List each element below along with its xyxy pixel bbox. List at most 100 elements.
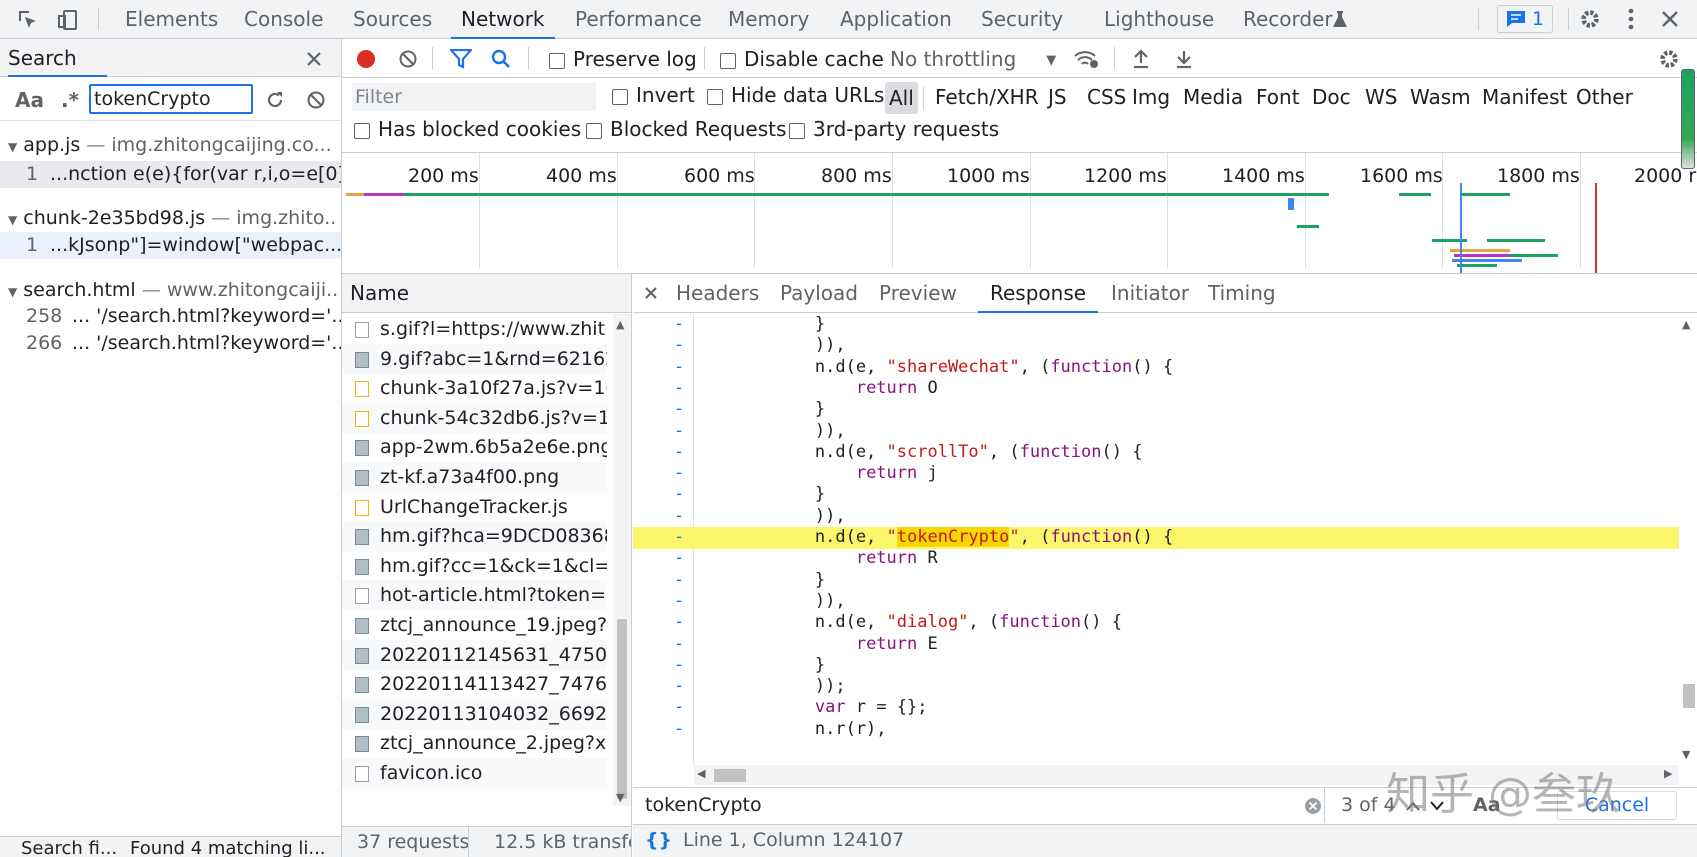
tab-initiator[interactable]: Initiator xyxy=(1111,274,1189,313)
script-file-icon xyxy=(355,381,369,398)
tab-preview[interactable]: Preview xyxy=(879,274,957,313)
inspect-element-icon[interactable] xyxy=(14,6,42,34)
clear-search-icon[interactable] xyxy=(303,87,329,113)
request-row[interactable]: 20220114113427_74764 xyxy=(342,669,607,700)
tab-performance[interactable]: Performance xyxy=(575,0,702,39)
tab-memory[interactable]: Memory xyxy=(728,0,809,39)
tab-lighthouse[interactable]: Lighthouse xyxy=(1104,0,1214,39)
throttling-select[interactable]: No throttling ▼ xyxy=(890,47,1056,71)
tab-security[interactable]: Security xyxy=(981,0,1063,39)
type-filter-ws[interactable]: WS xyxy=(1365,85,1397,109)
request-row[interactable]: hm.gif?hca=9DCD08368 xyxy=(342,521,607,553)
result-file-appjs[interactable]: ▼ app.js — img.zhitongcaijing.co... xyxy=(8,134,338,160)
request-row[interactable]: 20220113104032_66929 xyxy=(342,698,607,730)
clear-log-icon[interactable] xyxy=(396,47,420,71)
scroll-left-icon[interactable]: ◀ xyxy=(697,767,705,780)
export-har-icon[interactable] xyxy=(1172,47,1196,71)
request-row[interactable]: ztcj_announce_2.jpeg?x- xyxy=(342,728,607,759)
search-input[interactable]: tokenCrypto xyxy=(89,84,253,114)
image-file-icon xyxy=(355,677,369,694)
pretty-print-icon[interactable]: {} xyxy=(645,825,672,856)
type-filter-media[interactable]: Media xyxy=(1183,85,1243,109)
tab-payload[interactable]: Payload xyxy=(780,274,858,313)
third-party-requests-checkbox[interactable]: 3rd-party requests xyxy=(789,117,999,141)
request-row[interactable]: app-2wm.6b5a2e6e.png xyxy=(342,432,607,463)
request-row[interactable]: 9.gif?abc=1&rnd=62162 xyxy=(342,343,607,375)
result-line[interactable]: 266 ... '/search.html?keyword='... xyxy=(0,330,341,357)
request-row[interactable]: hm.gif?cc=1&ck=1&cl=. xyxy=(342,551,607,582)
request-row[interactable]: UrlChangeTracker.js xyxy=(342,492,607,523)
tab-response[interactable]: Response xyxy=(978,274,1099,313)
match-case-toggle[interactable]: Aa xyxy=(15,88,44,112)
result-line[interactable]: 258 ... '/search.html?keyword='... xyxy=(0,303,341,330)
close-devtools-icon[interactable] xyxy=(1656,5,1684,33)
tab-console[interactable]: Console xyxy=(244,0,323,39)
request-row[interactable]: ztcj_announce_19.jpeg?x xyxy=(342,610,607,641)
settings-gear-icon[interactable] xyxy=(1576,5,1604,33)
type-filter-img[interactable]: Img xyxy=(1132,85,1170,109)
result-line[interactable]: 1 ...kJsonp"]=window["webpac... xyxy=(0,232,341,259)
type-filter-css[interactable]: CSS xyxy=(1087,85,1126,109)
image-file-icon xyxy=(355,706,369,723)
invert-checkbox[interactable]: Invert xyxy=(612,83,695,107)
tab-application[interactable]: Application xyxy=(840,0,952,39)
scroll-down-icon[interactable]: ▼ xyxy=(1682,748,1690,761)
tab-sources[interactable]: Sources xyxy=(353,0,432,39)
request-row[interactable]: s.gif?l=https://www.zhit. xyxy=(342,314,607,345)
scroll-up-icon[interactable]: ▲ xyxy=(1682,318,1690,331)
type-filter-font[interactable]: Font xyxy=(1256,85,1300,109)
blocked-requests-checkbox[interactable]: Blocked Requests xyxy=(586,117,786,141)
close-detail-icon[interactable] xyxy=(641,283,661,303)
request-list-scrollbar[interactable]: ▲ ▼ xyxy=(613,314,631,806)
code-line: - )), xyxy=(674,590,846,611)
scroll-down-icon[interactable]: ▼ xyxy=(616,791,624,804)
filter-icon[interactable] xyxy=(449,47,473,71)
name-column-header[interactable]: Name xyxy=(342,274,631,313)
refresh-icon[interactable] xyxy=(262,87,288,113)
timeline-overview[interactable]: 200 ms 400 ms 600 ms 800 ms 1000 ms 1200… xyxy=(342,152,1697,274)
import-har-icon[interactable] xyxy=(1129,47,1153,71)
network-conditions-icon[interactable] xyxy=(1072,47,1100,71)
request-row[interactable]: 20220112145631_47504 xyxy=(342,639,607,671)
code-vertical-scrollbar[interactable]: ▲ ▼ xyxy=(1679,314,1697,765)
scroll-right-icon[interactable]: ▶ xyxy=(1664,767,1672,780)
hide-data-urls-checkbox[interactable]: Hide data URLs xyxy=(707,83,884,107)
request-row[interactable]: hot-article.html?token=. xyxy=(342,580,607,612)
tab-timing[interactable]: Timing xyxy=(1208,274,1276,313)
response-code-viewer[interactable]: - } - )), - n.d(e, "shareWechat", (functio… xyxy=(633,314,1679,765)
record-button[interactable] xyxy=(354,47,378,71)
type-filter-wasm[interactable]: Wasm xyxy=(1410,85,1471,109)
tab-network[interactable]: Network xyxy=(451,0,555,39)
find-input[interactable]: tokenCrypto xyxy=(633,788,1325,823)
request-row[interactable]: favicon.ico xyxy=(342,758,607,789)
request-row[interactable]: zt-kf.a73a4f00.png xyxy=(342,462,607,493)
type-filter-all[interactable]: All xyxy=(885,82,918,114)
result-file-chunk[interactable]: ▼ chunk-2e35bd98.js — img.zhito... xyxy=(8,207,338,233)
network-settings-gear-icon[interactable] xyxy=(1655,46,1683,72)
regex-toggle[interactable]: .* xyxy=(61,88,79,112)
has-blocked-cookies-checkbox[interactable]: Has blocked cookies xyxy=(354,117,581,141)
device-toggle-icon[interactable] xyxy=(54,6,82,34)
search-panel-tab[interactable]: Search xyxy=(8,39,107,77)
type-filter-doc[interactable]: Doc xyxy=(1312,85,1351,109)
disable-cache-checkbox[interactable]: Disable cache xyxy=(720,47,884,71)
request-row[interactable]: chunk-54c32db6.js?v=1. xyxy=(342,402,607,434)
tab-headers[interactable]: Headers xyxy=(676,274,759,313)
tab-elements[interactable]: Elements xyxy=(125,0,218,39)
type-filter-other[interactable]: Other xyxy=(1576,85,1633,109)
request-row[interactable]: chunk-3a10f27a.js?v=16 xyxy=(342,373,607,404)
result-file-search-html[interactable]: ▼ search.html — www.zhitongcaiji... xyxy=(8,279,338,305)
tab-recorder[interactable]: Recorder xyxy=(1243,0,1333,39)
more-options-icon[interactable] xyxy=(1617,5,1645,33)
clear-find-icon[interactable] xyxy=(1303,796,1323,816)
close-search-icon[interactable] xyxy=(302,47,326,71)
scroll-up-icon[interactable]: ▲ xyxy=(616,318,624,331)
search-icon[interactable] xyxy=(489,47,513,71)
preserve-log-checkbox[interactable]: Preserve log xyxy=(549,47,697,71)
result-line[interactable]: 1 ...nction e(e){for(var r,i,o=e[0]... xyxy=(0,161,341,188)
issues-badge[interactable]: 1 xyxy=(1497,5,1553,33)
filter-input[interactable]: Filter xyxy=(352,83,596,111)
type-filter-fetch-xhr[interactable]: Fetch/XHR xyxy=(935,85,1039,109)
type-filter-js[interactable]: JS xyxy=(1048,85,1067,109)
type-filter-manifest[interactable]: Manifest xyxy=(1482,85,1567,109)
